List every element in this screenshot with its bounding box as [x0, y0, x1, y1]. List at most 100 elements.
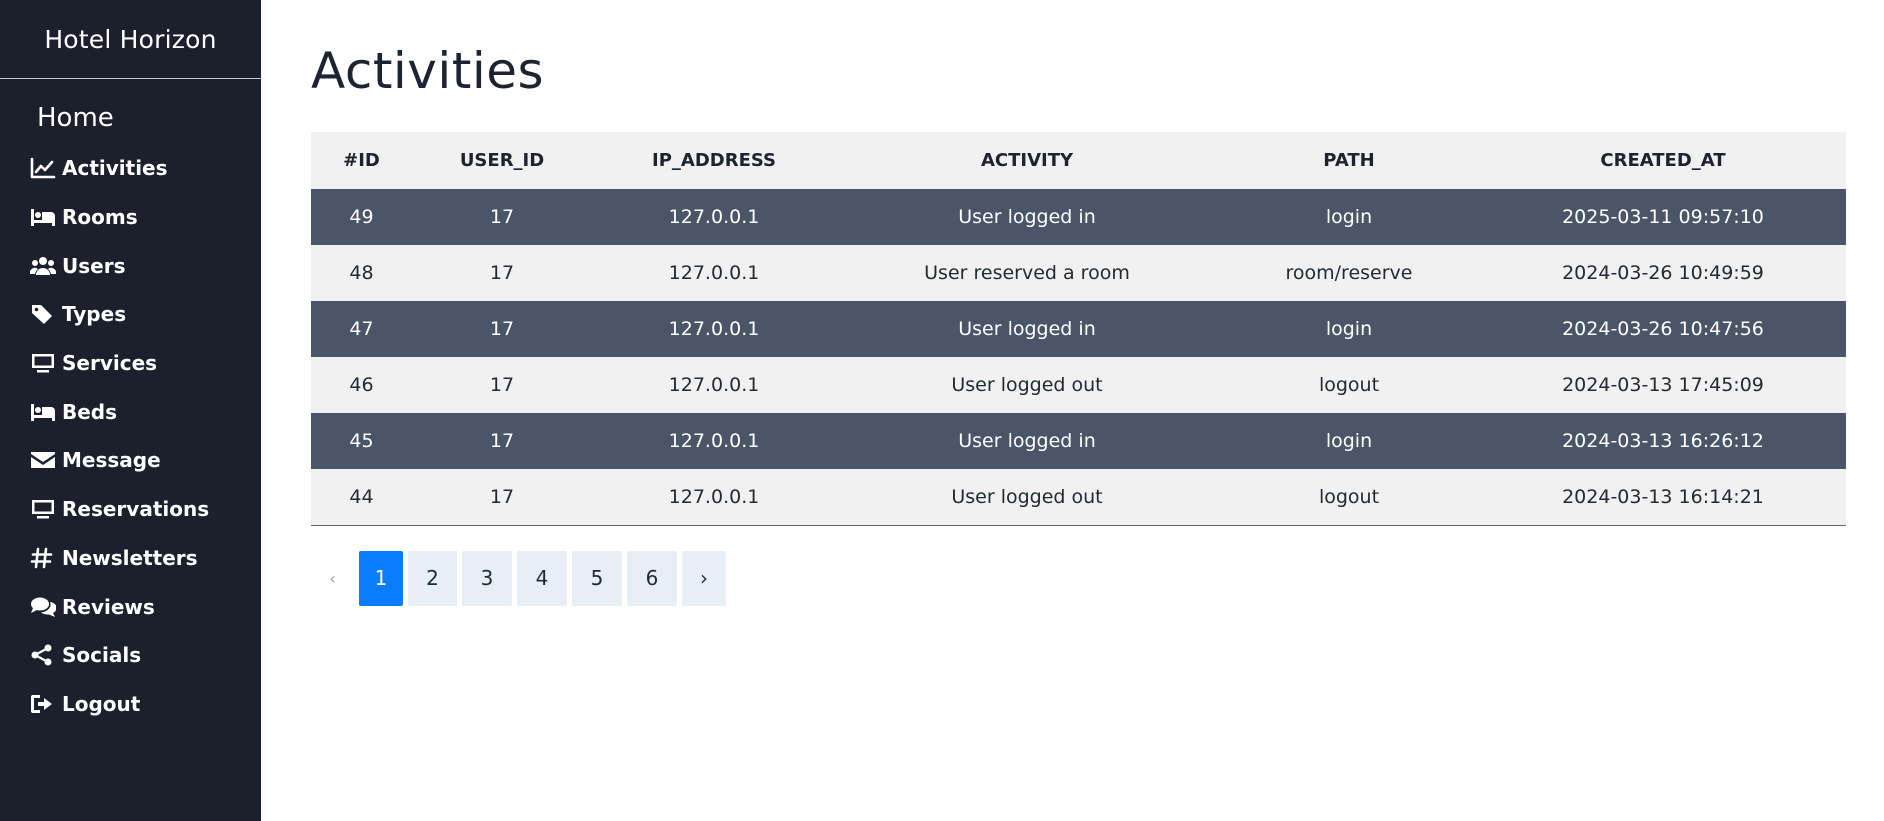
sidebar-nav: Activities Rooms Users Types Services Be…	[0, 144, 261, 728]
column-header-id: #ID	[311, 132, 412, 189]
pagination-next-button[interactable]: ›	[682, 550, 726, 606]
cell-user-id: 17	[412, 189, 592, 245]
column-header-ip-address: IP_ADDRESS	[592, 132, 836, 189]
sidebar-item-reservations[interactable]: Reservations	[0, 485, 261, 534]
cell-id: 45	[311, 413, 412, 469]
cell-id: 47	[311, 301, 412, 357]
cell-id: 44	[311, 469, 412, 525]
sidebar-item-socials[interactable]: Socials	[0, 631, 261, 680]
pagination-page-2[interactable]: 2	[408, 550, 457, 606]
column-header-created-at: CREATED_AT	[1480, 132, 1846, 189]
table-row: 45 17 127.0.0.1 User logged in login 202…	[311, 413, 1846, 469]
table-row: 48 17 127.0.0.1 User reserved a room roo…	[311, 245, 1846, 301]
cell-created-at: 2024-03-26 10:49:59	[1480, 245, 1846, 301]
sidebar-item-logout[interactable]: Logout	[0, 680, 261, 729]
sidebar-item-newsletters[interactable]: Newsletters	[0, 534, 261, 583]
cell-user-id: 17	[412, 245, 592, 301]
desktop-icon	[30, 351, 58, 375]
sidebar-item-label: Activities	[62, 156, 168, 181]
desktop-icon	[30, 497, 58, 521]
pagination-page-5[interactable]: 5	[572, 550, 622, 606]
cell-ip-address: 127.0.0.1	[592, 413, 836, 469]
bed-icon	[30, 400, 58, 424]
chart-line-icon	[30, 156, 58, 180]
cell-activity: User logged in	[836, 413, 1218, 469]
cell-path: login	[1218, 413, 1480, 469]
pagination-page-4[interactable]: 4	[517, 550, 567, 606]
cell-id: 48	[311, 245, 412, 301]
cell-id: 46	[311, 357, 412, 413]
pagination-page-1[interactable]: 1	[359, 550, 403, 606]
cell-id: 49	[311, 189, 412, 245]
sidebar-item-label: Logout	[62, 691, 141, 716]
sidebar-item-label: Newsletters	[62, 545, 198, 570]
cell-path: logout	[1218, 469, 1480, 525]
cell-ip-address: 127.0.0.1	[592, 301, 836, 357]
pagination: ‹ 1 2 3 4 5 6 ›	[311, 550, 1846, 606]
cell-ip-address: 127.0.0.1	[592, 357, 836, 413]
sidebar-item-label: Reviews	[62, 594, 155, 619]
sidebar-item-beds[interactable]: Beds	[0, 387, 261, 436]
tag-icon	[30, 302, 58, 326]
sidebar-item-label: Users	[62, 253, 126, 278]
cell-ip-address: 127.0.0.1	[592, 189, 836, 245]
activities-table: #ID USER_ID IP_ADDRESS ACTIVITY PATH CRE…	[311, 132, 1846, 526]
cell-created-at: 2024-03-13 17:45:09	[1480, 357, 1846, 413]
sidebar-item-label: Rooms	[62, 205, 138, 230]
sidebar-item-reviews[interactable]: Reviews	[0, 582, 261, 631]
cell-path: login	[1218, 189, 1480, 245]
cell-created-at: 2024-03-13 16:26:12	[1480, 413, 1846, 469]
cell-created-at: 2025-03-11 09:57:10	[1480, 189, 1846, 245]
page-title: Activities	[311, 42, 545, 100]
sign-out-icon	[30, 692, 58, 716]
hashtag-icon	[30, 546, 58, 570]
bed-icon	[30, 205, 58, 229]
sidebar-item-label: Types	[62, 302, 127, 327]
cell-activity: User logged out	[836, 469, 1218, 525]
sidebar-item-label: Services	[62, 351, 158, 376]
pagination-prev-button[interactable]: ‹	[311, 551, 354, 606]
sidebar-item-users[interactable]: Users	[0, 241, 261, 290]
sidebar-item-label: Message	[62, 448, 161, 473]
table-row: 44 17 127.0.0.1 User logged out logout 2…	[311, 469, 1846, 525]
sidebar-item-types[interactable]: Types	[0, 290, 261, 339]
cell-path: room/reserve	[1218, 245, 1480, 301]
brand-title[interactable]: Hotel Horizon	[0, 0, 261, 79]
cell-user-id: 17	[412, 469, 592, 525]
cell-path: login	[1218, 301, 1480, 357]
pagination-page-3[interactable]: 3	[462, 550, 512, 606]
sidebar-item-label: Beds	[62, 399, 118, 424]
sidebar-item-message[interactable]: Message	[0, 436, 261, 485]
column-header-path: PATH	[1218, 132, 1480, 189]
sidebar-item-activities[interactable]: Activities	[0, 144, 261, 193]
users-icon	[30, 254, 58, 278]
table-row: 47 17 127.0.0.1 User logged in login 202…	[311, 301, 1846, 357]
sidebar-item-label: Socials	[62, 643, 142, 668]
table-row: 46 17 127.0.0.1 User logged out logout 2…	[311, 357, 1846, 413]
cell-user-id: 17	[412, 301, 592, 357]
share-icon	[30, 643, 58, 667]
cell-path: logout	[1218, 357, 1480, 413]
sidebar-item-services[interactable]: Services	[0, 339, 261, 388]
table-row: 49 17 127.0.0.1 User logged in login 202…	[311, 189, 1846, 245]
cell-created-at: 2024-03-26 10:47:56	[1480, 301, 1846, 357]
cell-user-id: 17	[412, 413, 592, 469]
cell-ip-address: 127.0.0.1	[592, 245, 836, 301]
sidebar-item-label: Reservations	[62, 497, 210, 522]
cell-created-at: 2024-03-13 16:14:21	[1480, 469, 1846, 525]
comments-icon	[30, 595, 58, 619]
sidebar: Hotel Horizon Home Activities Rooms User…	[0, 0, 261, 821]
cell-ip-address: 127.0.0.1	[592, 469, 836, 525]
sidebar-item-rooms[interactable]: Rooms	[0, 193, 261, 242]
column-header-activity: ACTIVITY	[836, 132, 1218, 189]
envelope-icon	[30, 448, 58, 472]
cell-activity: User logged out	[836, 357, 1218, 413]
cell-user-id: 17	[412, 357, 592, 413]
cell-activity: User reserved a room	[836, 245, 1218, 301]
main-content: Activities #ID USER_ID IP_ADDRESS ACTIVI…	[311, 0, 1846, 606]
table-header-row: #ID USER_ID IP_ADDRESS ACTIVITY PATH CRE…	[311, 132, 1846, 189]
cell-activity: User logged in	[836, 301, 1218, 357]
home-link[interactable]: Home	[37, 102, 261, 134]
cell-activity: User logged in	[836, 189, 1218, 245]
pagination-page-6[interactable]: 6	[627, 550, 677, 606]
